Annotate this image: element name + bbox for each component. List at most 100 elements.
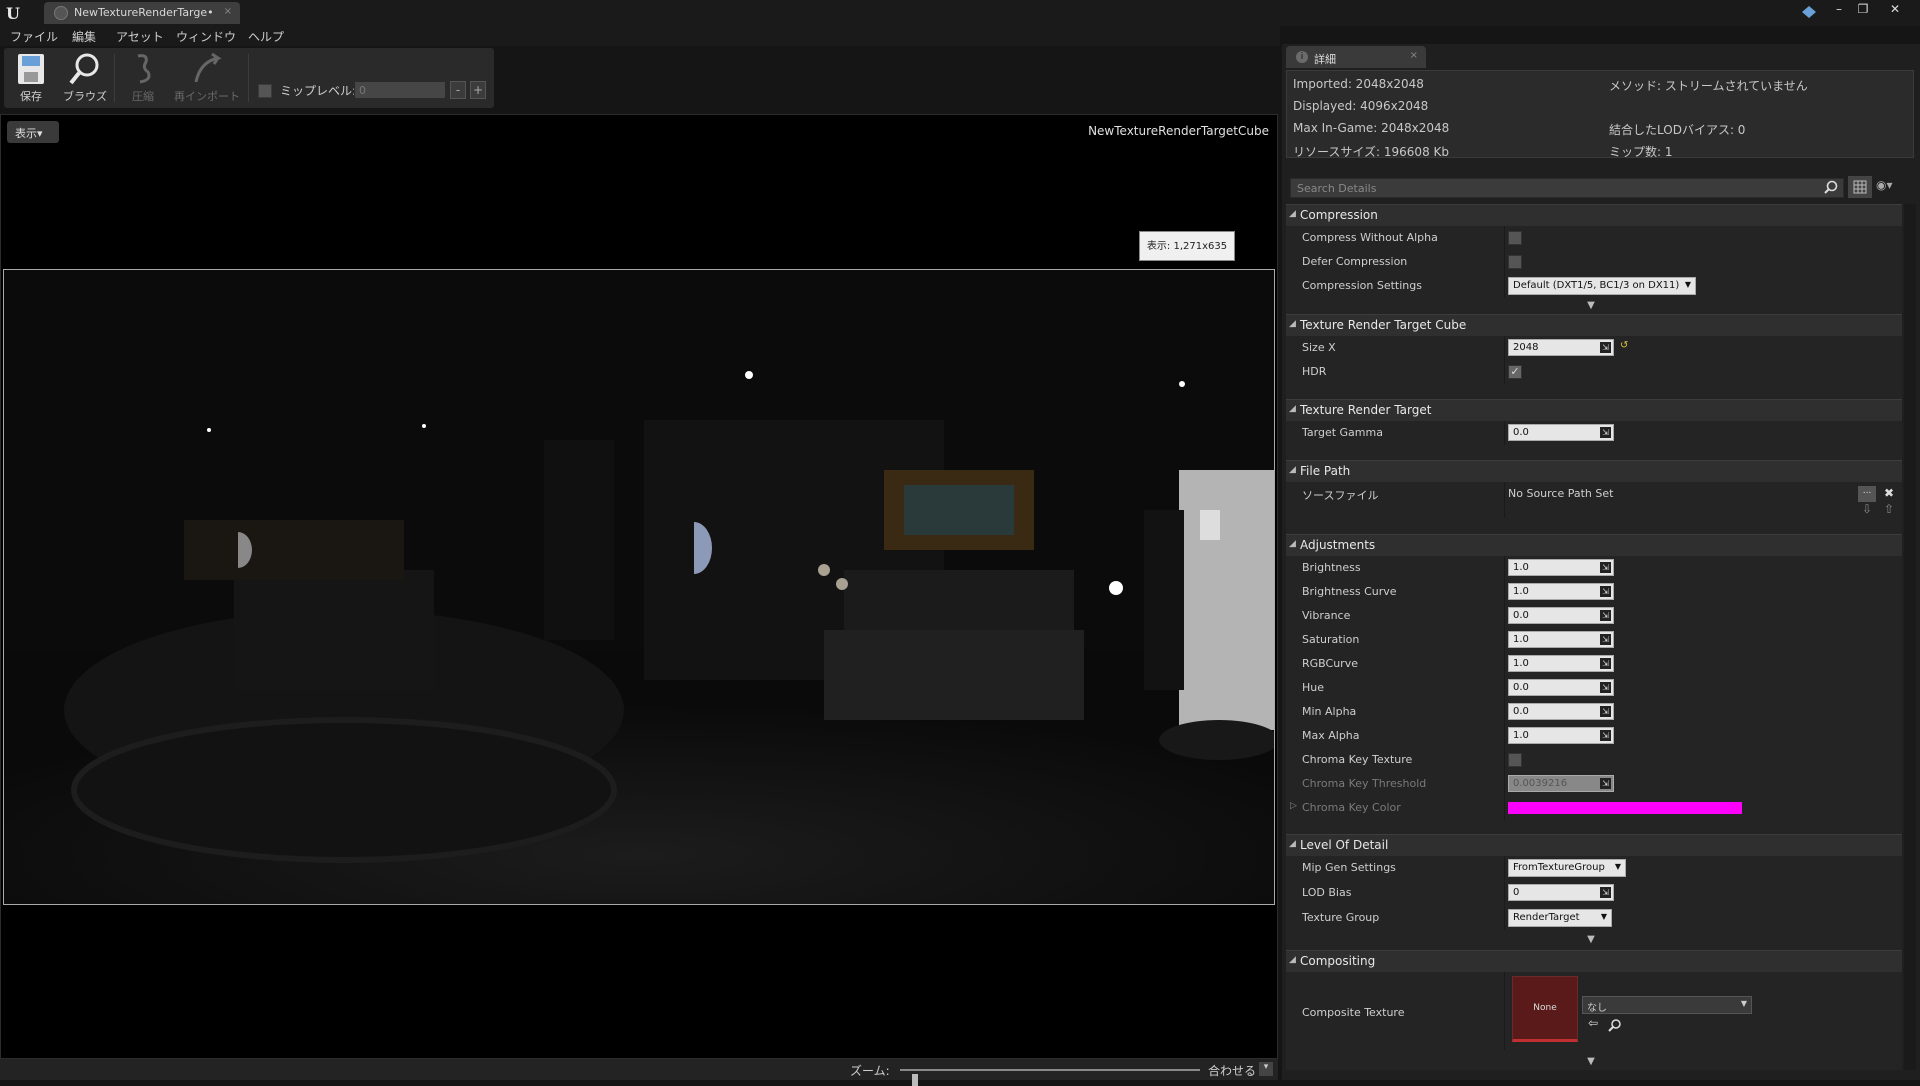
min-alpha-input[interactable]: 0.0 ⇲ xyxy=(1508,703,1614,720)
composite-texture-thumbnail[interactable]: None xyxy=(1512,976,1578,1042)
spin-arrows-icon[interactable]: ⇲ xyxy=(1600,342,1611,353)
compression-settings-dropdown[interactable]: Default (DXT1/5, BC1/3 on DX11) ▼ xyxy=(1508,277,1696,295)
mip-increase-button[interactable]: + xyxy=(470,81,486,99)
reimport-button[interactable]: 再インポート xyxy=(170,50,244,106)
spin-arrows-icon[interactable]: ⇲ xyxy=(1600,634,1611,645)
spin-arrows-icon[interactable]: ⇲ xyxy=(1600,427,1611,438)
column-divider[interactable] xyxy=(1504,856,1505,880)
browse-asset-search-icon[interactable] xyxy=(1608,1018,1622,1032)
menu-file[interactable]: ファイル xyxy=(10,28,58,45)
browse-source-file-button[interactable]: ... xyxy=(1858,486,1876,502)
chroma-key-color-swatch[interactable] xyxy=(1508,802,1742,814)
compress-button[interactable]: 圧縮 xyxy=(118,50,168,106)
spin-arrows-icon[interactable]: ⇲ xyxy=(1600,562,1611,573)
property-matrix-button[interactable] xyxy=(1848,176,1872,198)
compress-without-alpha-checkbox[interactable] xyxy=(1508,231,1522,245)
search-details-input[interactable]: Search Details xyxy=(1290,178,1844,198)
column-divider[interactable] xyxy=(1504,881,1505,905)
document-tab[interactable]: NewTextureRenderTarge• × xyxy=(44,2,240,24)
defer-compression-checkbox[interactable] xyxy=(1508,255,1522,269)
target-gamma-input[interactable]: 0.0 ⇲ xyxy=(1508,424,1614,441)
category-file-path[interactable]: ◢ File Path xyxy=(1286,460,1902,482)
column-divider[interactable] xyxy=(1504,906,1505,930)
size-x-input[interactable]: 2048 ⇲ xyxy=(1508,339,1614,356)
category-texture-render-target[interactable]: ◢ Texture Render Target xyxy=(1286,399,1902,421)
column-divider[interactable] xyxy=(1504,360,1505,384)
menu-edit[interactable]: 編集 xyxy=(72,28,96,45)
expand-arrow-icon[interactable]: ▷ xyxy=(1290,801,1297,811)
close-window-button[interactable]: ✕ xyxy=(1884,2,1906,18)
column-divider[interactable] xyxy=(1504,628,1505,652)
maximize-button[interactable]: ❐ xyxy=(1852,2,1874,18)
column-divider[interactable] xyxy=(1504,604,1505,628)
zoom-fit-dropdown[interactable]: ▾ xyxy=(1259,1062,1273,1076)
mip-decrease-button[interactable]: - xyxy=(450,81,466,99)
view-options-button[interactable]: 表示▾ xyxy=(7,121,59,143)
use-selected-arrow-icon[interactable]: ⇦ xyxy=(1584,1016,1602,1032)
menu-window[interactable]: ウィンドウ xyxy=(176,28,236,45)
category-adjustments[interactable]: ◢ Adjustments xyxy=(1286,534,1902,556)
advanced-expand-icon[interactable]: ▼ xyxy=(1584,300,1598,311)
spin-arrows-icon[interactable]: ⇲ xyxy=(1600,658,1611,669)
column-divider[interactable] xyxy=(1504,700,1505,724)
column-divider[interactable] xyxy=(1504,250,1505,274)
close-details-tab-icon[interactable]: × xyxy=(1410,50,1418,61)
spin-arrows-icon[interactable]: ⇲ xyxy=(1600,610,1611,621)
minimize-button[interactable]: – xyxy=(1828,2,1850,18)
vibrance-input[interactable]: 0.0 ⇲ xyxy=(1508,607,1614,624)
max-alpha-input[interactable]: 1.0 ⇲ xyxy=(1508,727,1614,744)
column-divider[interactable] xyxy=(1504,556,1505,580)
lod-bias-input[interactable]: 0 ⇲ xyxy=(1508,884,1614,901)
column-divider[interactable] xyxy=(1504,972,1505,1050)
reset-to-default-icon[interactable]: ↺ xyxy=(1620,340,1628,351)
search-icon[interactable] xyxy=(1824,180,1838,194)
column-divider[interactable] xyxy=(1504,274,1505,298)
category-level-of-detail[interactable]: ◢ Level Of Detail xyxy=(1286,834,1902,856)
composite-texture-asset-dropdown[interactable]: なし ▼ xyxy=(1582,996,1752,1014)
mip-gen-settings-dropdown[interactable]: FromTextureGroup ▼ xyxy=(1508,859,1626,877)
chroma-key-texture-checkbox[interactable] xyxy=(1508,753,1522,767)
arrow-up-icon[interactable]: ⇧ xyxy=(1880,502,1898,518)
advanced-expand-icon[interactable]: ▼ xyxy=(1584,1056,1598,1067)
category-compression[interactable]: ◢ Compression xyxy=(1286,204,1902,226)
column-divider[interactable] xyxy=(1504,796,1505,820)
category-texture-render-target-cube[interactable]: ◢ Texture Render Target Cube xyxy=(1286,314,1902,336)
column-divider[interactable] xyxy=(1504,724,1505,748)
hdr-checkbox[interactable]: ✓ xyxy=(1508,365,1522,379)
spin-arrows-icon[interactable]: ⇲ xyxy=(1600,706,1611,717)
menu-help[interactable]: ヘルプ xyxy=(248,28,284,45)
details-tab[interactable]: i 詳細 × xyxy=(1286,46,1426,68)
column-divider[interactable] xyxy=(1504,421,1505,445)
spin-arrows-icon[interactable]: ⇲ xyxy=(1600,887,1611,898)
column-divider[interactable] xyxy=(1504,482,1505,518)
brightness-input[interactable]: 1.0 ⇲ xyxy=(1508,559,1614,576)
menu-asset[interactable]: アセット xyxy=(116,28,164,45)
spin-arrows-icon[interactable]: ⇲ xyxy=(1600,778,1611,789)
column-divider[interactable] xyxy=(1504,772,1505,796)
unreal-logo-icon[interactable]: U xyxy=(4,3,24,23)
saturation-input[interactable]: 1.0 ⇲ xyxy=(1508,631,1614,648)
chroma-key-threshold-input[interactable]: 0.0039216 ⇲ xyxy=(1508,775,1614,792)
column-divider[interactable] xyxy=(1504,676,1505,700)
column-divider[interactable] xyxy=(1504,748,1505,772)
column-divider[interactable] xyxy=(1504,652,1505,676)
rgbcurve-input[interactable]: 1.0 ⇲ xyxy=(1508,655,1614,672)
mip-level-input[interactable]: 0 xyxy=(354,81,446,99)
spin-arrows-icon[interactable]: ⇲ xyxy=(1600,730,1611,741)
column-divider[interactable] xyxy=(1504,226,1505,250)
source-control-icon[interactable] xyxy=(1800,4,1818,20)
column-divider[interactable] xyxy=(1504,336,1505,360)
hue-input[interactable]: 0.0 ⇲ xyxy=(1508,679,1614,696)
view-options-eye-icon[interactable]: ◉▾ xyxy=(1876,178,1893,192)
texture-viewport[interactable]: 表示▾ NewTextureRenderTargetCube 表示: 1,271… xyxy=(0,114,1278,1059)
category-compositing[interactable]: ◢ Compositing xyxy=(1286,950,1902,972)
close-tab-icon[interactable]: × xyxy=(224,6,232,17)
texture-group-dropdown[interactable]: RenderTarget ▼ xyxy=(1508,909,1612,927)
zoom-slider[interactable] xyxy=(900,1069,1200,1086)
spin-arrows-icon[interactable]: ⇲ xyxy=(1600,682,1611,693)
save-button[interactable]: 保存 xyxy=(6,50,56,106)
zoom-slider-thumb[interactable] xyxy=(912,1074,918,1086)
advanced-expand-icon[interactable]: ▼ xyxy=(1584,934,1598,945)
browse-button[interactable]: ブラウズ xyxy=(60,50,110,106)
spin-arrows-icon[interactable]: ⇲ xyxy=(1600,586,1611,597)
